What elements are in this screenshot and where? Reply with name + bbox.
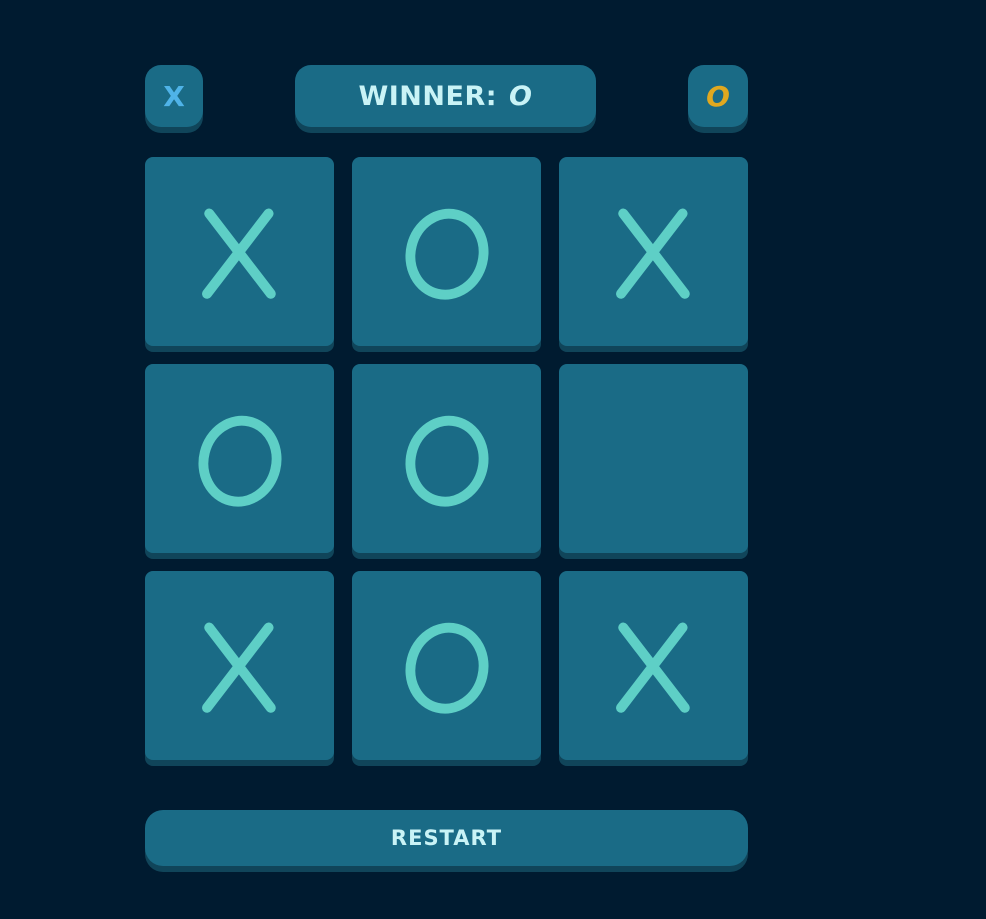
game-status: WINNER: O [295,65,596,127]
player-x-indicator: X [145,65,203,127]
board-cell-7[interactable] [145,571,334,760]
board-cell-3[interactable] [559,157,748,346]
o-mark-icon [197,415,282,507]
board-cell-4[interactable] [145,364,334,553]
board-cell-6[interactable] [559,364,748,553]
o-mark-icon [404,622,489,714]
x-mark-icon [615,622,690,713]
x-mark-icon [201,622,276,713]
player-x-label: X [163,79,185,113]
board-cell-2[interactable] [352,157,541,346]
board-cell-9[interactable] [559,571,748,760]
board-cell-1[interactable] [145,157,334,346]
player-o-indicator: O [688,65,748,127]
board-cell-8[interactable] [352,571,541,760]
player-o-label: O [706,79,730,113]
restart-label: RESTART [390,826,503,850]
x-mark-icon [615,208,690,299]
board-cell-5[interactable] [352,364,541,553]
game-screen: X WINNER: O O RESTART [0,0,986,919]
winner-mark: O [509,80,533,112]
o-mark-icon [404,208,489,300]
o-mark-icon [404,415,489,507]
game-board [145,157,749,760]
x-mark-icon [201,208,276,299]
restart-button[interactable]: RESTART [145,810,748,866]
status-prefix: WINNER: [358,80,498,112]
